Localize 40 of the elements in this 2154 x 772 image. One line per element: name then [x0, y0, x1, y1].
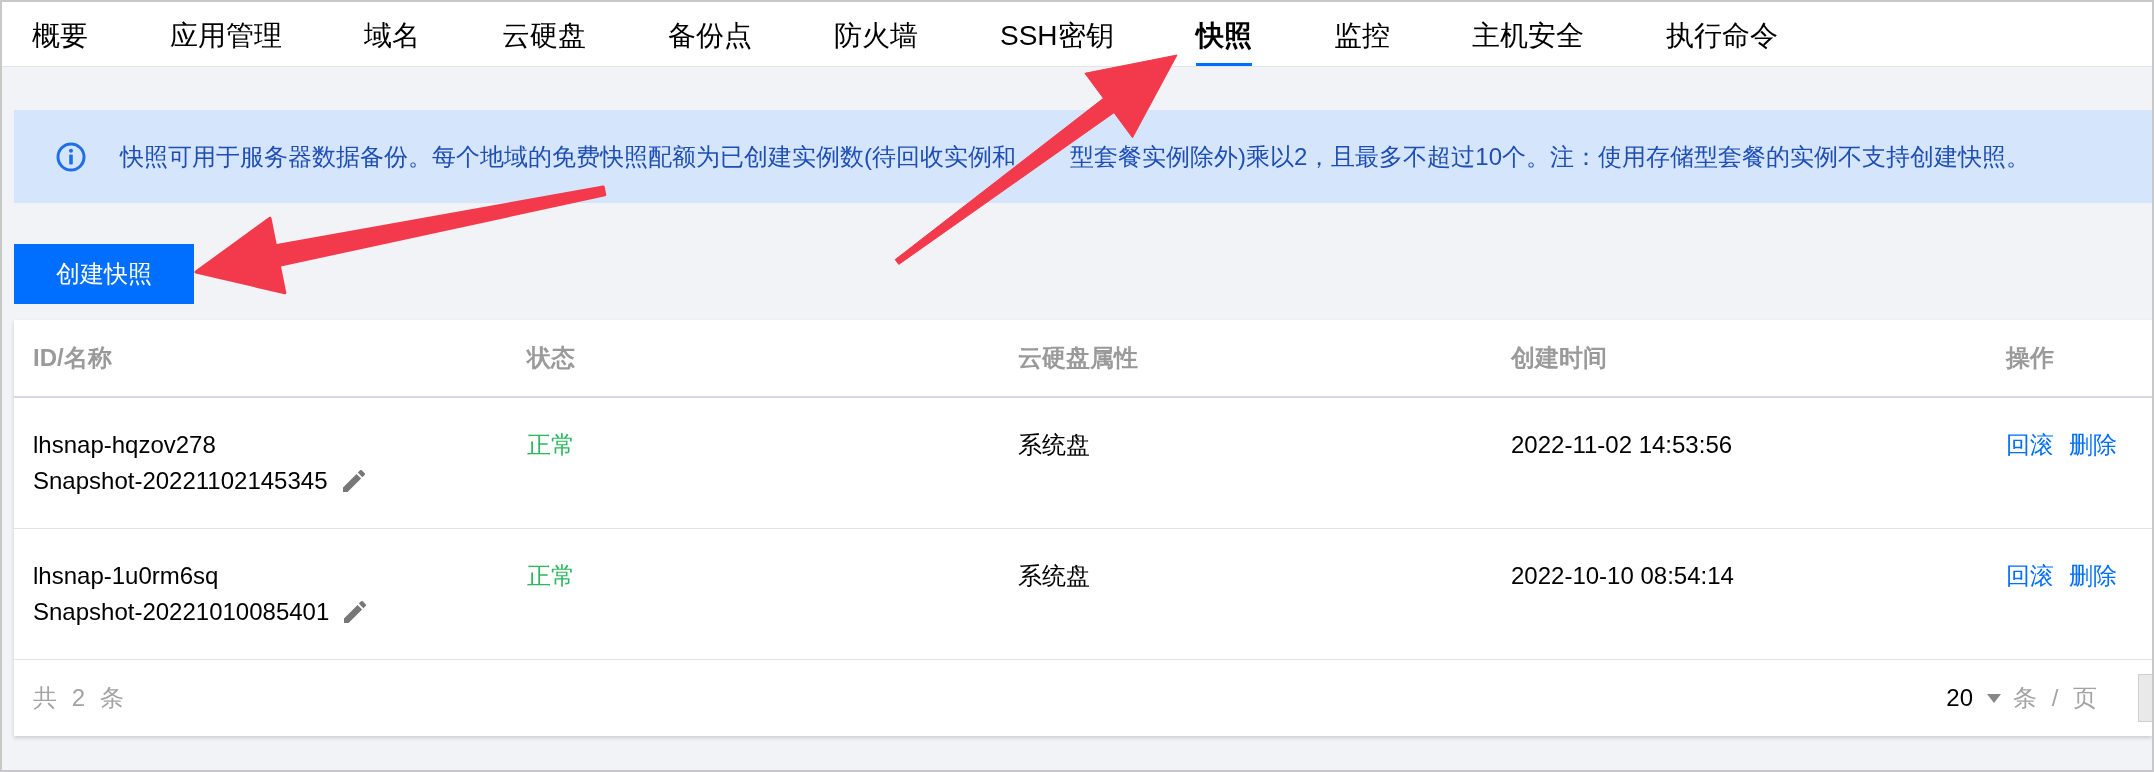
created-time-text: 2022-11-02 14:53:56 [1511, 430, 1733, 460]
caret-icon [1987, 693, 2001, 703]
nav-tab[interactable]: 主机安全 [1471, 2, 1584, 66]
create-snapshot-button[interactable]: 创建快照 [14, 244, 194, 304]
total-count-text: 共 2 条 [33, 683, 124, 713]
column-header: 创建时间 [1511, 343, 1607, 373]
action-link[interactable]: 删除 [2069, 429, 2117, 461]
info-icon [56, 141, 86, 172]
nav-tab[interactable]: 备份点 [668, 2, 752, 66]
snapshot-name-text: Snapshot-20221010085401 [33, 597, 330, 627]
action-link[interactable]: 回滚 [2006, 560, 2054, 592]
column-header: 云硬盘属性 [1018, 343, 1138, 373]
pencil-icon[interactable] [342, 470, 365, 492]
nav-tab[interactable]: 监控 [1333, 2, 1390, 66]
nav-tab[interactable]: 域名 [364, 2, 420, 66]
page-size-unit-text: 条 / 页 [2013, 683, 2097, 713]
column-header: ID/名称 [33, 343, 112, 373]
snapshot-id-text: lhsnap-1u0rm6sq [33, 561, 219, 591]
snapshot-id-text: lhsnap-hqzov278 [33, 430, 216, 460]
notice-text: 型套餐实例除外)乘以2，且最多不超过10个。注：使用存储型套餐的实例不支持创建快照。 [1070, 141, 2031, 172]
status-text: 正常 [527, 430, 575, 460]
nav-tab[interactable]: 快照 [1195, 2, 1252, 66]
page-size-dropdown[interactable]: 20 [1946, 684, 2001, 712]
snapshot-name-text: Snapshot-20221102145345 [33, 466, 328, 496]
created-time-text: 2022-10-10 08:54:14 [1511, 561, 1734, 591]
column-header: 状态 [527, 343, 575, 373]
status-text: 正常 [527, 561, 575, 591]
nav-tab[interactable]: 防火墙 [834, 2, 918, 66]
nav-tab[interactable]: 应用管理 [170, 2, 282, 66]
disk-type-text: 系统盘 [1018, 561, 1090, 591]
action-link[interactable]: 回滚 [2006, 429, 2054, 461]
action-link[interactable]: 删除 [2069, 560, 2117, 592]
nav-tab[interactable]: 云硬盘 [502, 2, 586, 66]
pencil-icon[interactable] [344, 601, 367, 623]
nav-tab[interactable]: 概要 [32, 2, 88, 66]
column-header: 操作 [2006, 343, 2054, 373]
nav-tab[interactable]: SSH密钥 [1000, 2, 1114, 66]
notice-text: 快照可用于服务器数据备份。每个地域的免费快照配额为已创建实例数(待回收实例和 [120, 141, 1016, 172]
nav-tab[interactable]: 执行命令 [1665, 2, 1778, 66]
disk-type-text: 系统盘 [1018, 430, 1090, 460]
